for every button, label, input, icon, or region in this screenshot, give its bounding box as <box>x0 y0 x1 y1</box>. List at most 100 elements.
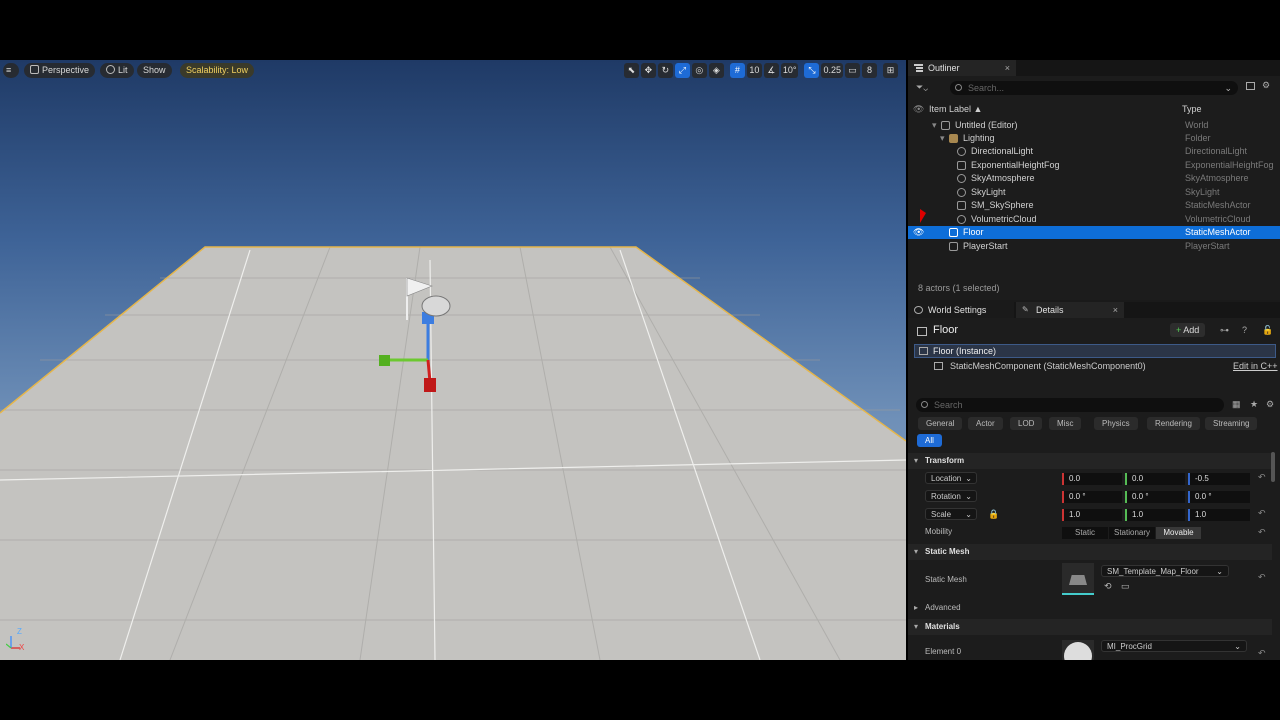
filter-lod[interactable]: LOD <box>1010 417 1043 430</box>
level-viewport[interactable]: ≡ Perspective Lit Show Scalability: Low … <box>0 60 906 660</box>
material-dropdown[interactable]: MI_ProcGrid ⌄ <box>1101 640 1247 652</box>
transform-section-header[interactable]: ▾ Transform <box>908 453 1272 469</box>
advanced-label[interactable]: Advanced <box>925 603 961 612</box>
visibility-header-icon[interactable]: 👁 <box>913 103 924 116</box>
location-dropdown[interactable]: Location ⌄ <box>925 472 977 484</box>
static-mesh-thumbnail[interactable] <box>1062 563 1094 595</box>
filter-icon[interactable]: ⏷⌄ <box>916 82 928 93</box>
scale-dropdown[interactable]: Scale ⌄ <box>925 508 977 520</box>
outliner-row-playerstart[interactable]: PlayerStart PlayerStart <box>908 240 1280 253</box>
actor-name[interactable]: Floor <box>933 324 958 336</box>
rotation-z-field[interactable]: 0.0 ° <box>1188 491 1250 503</box>
scale-y-field[interactable]: 1.0 <box>1125 509 1185 521</box>
settings-gear-icon[interactable]: ⚙ <box>1262 80 1270 91</box>
location-z-field[interactable]: -0.5 <box>1188 473 1250 485</box>
instance-row[interactable]: Floor (Instance) <box>914 344 1276 358</box>
outliner-row-lighting[interactable]: ▾ Lighting Folder <box>908 132 1280 145</box>
scale-snap-value[interactable]: 0.25 <box>821 63 843 78</box>
use-selected-icon[interactable]: ⟲ <box>1104 581 1112 592</box>
browse-folder-icon[interactable]: ▭ <box>1121 581 1130 592</box>
static-mesh-section-header[interactable]: ▾ Static Mesh <box>908 544 1272 560</box>
outliner-search-input[interactable]: Search... ⌄ <box>950 81 1238 95</box>
filter-all[interactable]: All <box>917 434 942 447</box>
add-folder-icon[interactable] <box>1246 82 1255 90</box>
scale-icon[interactable]: ⤢ <box>674 63 690 78</box>
location-y-field[interactable]: 0.0 <box>1125 473 1185 485</box>
rotation-snap-icon[interactable]: ∡ <box>763 63 779 78</box>
outliner-close-icon[interactable]: × <box>1005 60 1010 76</box>
help-icon[interactable]: ? <box>1242 325 1247 335</box>
outliner-row-world[interactable]: ▾ Untitled (Editor) World <box>908 119 1280 132</box>
floor-plane[interactable] <box>0 247 906 660</box>
outliner-row-skyatmosphere[interactable]: SkyAtmosphere SkyAtmosphere <box>908 172 1280 185</box>
location-x-field[interactable]: 0.0 <box>1062 473 1122 485</box>
reset-arrow-icon[interactable]: ↶ <box>1258 508 1266 519</box>
reset-arrow-icon[interactable]: ↶ <box>1258 472 1266 483</box>
details-scrollbar[interactable] <box>1271 452 1275 482</box>
component-row[interactable]: StaticMeshComponent (StaticMeshComponent… <box>950 361 1146 371</box>
blueprint-icon[interactable]: ⊶ <box>1220 325 1229 336</box>
filter-physics[interactable]: Physics <box>1094 417 1138 430</box>
lock-icon[interactable]: 🔓 <box>1262 325 1273 336</box>
camera-speed-value[interactable]: 8 <box>862 63 877 78</box>
mobility-movable[interactable]: Movable <box>1156 527 1201 539</box>
chevron-down-icon[interactable]: ⌄ <box>1224 81 1232 95</box>
reset-arrow-icon[interactable]: ↶ <box>1258 527 1266 538</box>
tab-details[interactable]: ✎ Details × <box>1016 302 1124 318</box>
filter-rendering[interactable]: Rendering <box>1147 417 1200 430</box>
col-item-label[interactable]: Item Label ▲ <box>929 103 982 116</box>
edit-in-cpp-link[interactable]: Edit in C++ <box>1233 361 1278 371</box>
filter-misc[interactable]: Misc <box>1049 417 1082 430</box>
reset-arrow-icon[interactable]: ↶ <box>1258 648 1266 659</box>
filter-general[interactable]: General <box>918 417 963 430</box>
perspective-button[interactable]: Perspective <box>24 63 96 78</box>
col-type[interactable]: Type <box>1182 103 1202 116</box>
scale-z-field[interactable]: 1.0 <box>1188 509 1250 521</box>
lock-ratio-icon[interactable]: 🔒 <box>988 509 999 520</box>
materials-section-header[interactable]: ▾ Materials <box>908 619 1272 635</box>
translate-icon[interactable]: ✥ <box>640 63 656 78</box>
surface-snap-icon[interactable]: ◈ <box>708 63 724 78</box>
filter-streaming[interactable]: Streaming <box>1205 417 1258 430</box>
outliner-row-volumetriccloud[interactable]: VolumetricCloud VolumetricCloud <box>908 209 1280 226</box>
viewport-layout-icon[interactable]: ⊞ <box>883 63 898 78</box>
rotate-icon[interactable]: ↻ <box>657 63 673 78</box>
scale-x-field[interactable]: 1.0 <box>1062 509 1122 521</box>
mobility-static[interactable]: Static <box>1062 527 1108 539</box>
grid-snap-value[interactable]: 10 <box>746 63 762 78</box>
advanced-expander-icon[interactable]: ▸ <box>914 603 918 612</box>
add-component-button[interactable]: + Add <box>1170 323 1206 337</box>
material-thumbnail[interactable] <box>1062 640 1094 660</box>
settings-gear-icon[interactable]: ⚙ <box>1266 399 1274 410</box>
viewport-scene[interactable] <box>0 60 906 660</box>
star-icon[interactable]: ★ <box>1250 399 1258 410</box>
viewport-options-button[interactable]: ≡ <box>3 63 19 78</box>
details-close-icon[interactable]: × <box>1113 302 1118 318</box>
world-local-icon[interactable]: ◎ <box>691 63 707 78</box>
static-mesh-dropdown[interactable]: SM_Template_Map_Floor ⌄ <box>1101 565 1229 577</box>
rotation-snap-value[interactable]: 10° <box>780 63 799 78</box>
outliner-row-floor[interactable]: 👁 Floor StaticMeshActor <box>908 226 1280 239</box>
mobility-stationary[interactable]: Stationary <box>1109 527 1155 539</box>
camera-speed-icon[interactable]: ▭ <box>845 63 860 78</box>
outliner-row-heightfog[interactable]: ExponentialHeightFog ExponentialHeightFog <box>908 159 1280 172</box>
rotation-dropdown[interactable]: Rotation ⌄ <box>925 490 977 502</box>
reset-arrow-icon[interactable]: ↶ <box>1258 572 1266 583</box>
show-button[interactable]: Show <box>137 63 172 78</box>
visibility-eye-icon[interactable]: 👁 <box>913 226 924 239</box>
lit-button[interactable]: Lit <box>100 63 134 78</box>
scale-snap-icon[interactable]: ⤡ <box>804 63 820 78</box>
outliner-row-directionallight[interactable]: DirectionalLight DirectionalLight <box>908 145 1280 158</box>
outliner-row-skylight[interactable]: SkyLight SkyLight <box>908 186 1280 199</box>
select-mode-icon[interactable]: ⬉ <box>623 63 639 78</box>
table-view-icon[interactable]: ▦ <box>1232 399 1241 410</box>
tab-outliner[interactable]: Outliner × <box>908 60 1016 76</box>
details-search-input[interactable]: Search <box>916 398 1224 412</box>
scalability-badge[interactable]: Scalability: Low <box>180 63 255 78</box>
rotation-x-field[interactable]: 0.0 ° <box>1062 491 1122 503</box>
tab-world-settings[interactable]: World Settings <box>908 302 1014 318</box>
rotation-y-field[interactable]: 0.0 ° <box>1125 491 1185 503</box>
outliner-row-skysphere[interactable]: SM_SkySphere StaticMeshActor <box>908 199 1280 212</box>
grid-snap-icon[interactable]: # <box>729 63 745 78</box>
filter-actor[interactable]: Actor <box>968 417 1003 430</box>
